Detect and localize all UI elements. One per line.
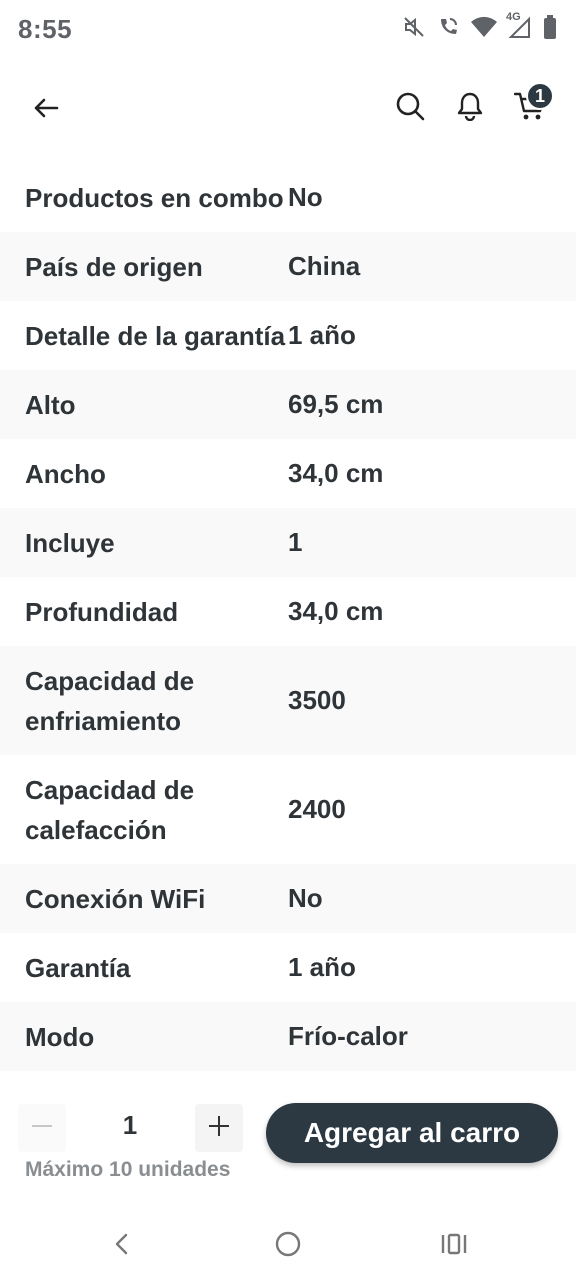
spec-value: 1 año (288, 952, 356, 982)
max-units-note: Máximo 10 unidades (25, 1158, 231, 1181)
back-button[interactable] (26, 90, 66, 130)
spec-label: Capacidad de enfriamiento (25, 665, 195, 736)
spec-label: Modo (25, 1021, 95, 1052)
app-bar (0, 62, 576, 154)
bell-icon (456, 91, 484, 126)
notifications-button[interactable] (450, 88, 490, 128)
spec-row: Detalle de la garantía 1 año (0, 301, 576, 370)
spec-row: Productos en combo No (0, 163, 576, 232)
spec-value: 1 año (288, 320, 356, 350)
status-icons: 4G (402, 11, 558, 40)
spec-row: País de origen China (0, 232, 576, 301)
spec-value: 1 (288, 527, 303, 557)
quantity-increase-button[interactable] (195, 1104, 243, 1152)
search-icon (395, 91, 425, 126)
wifi-icon (470, 15, 498, 39)
nav-back-icon (110, 1232, 134, 1261)
spec-row: Ancho 34,0 cm (0, 439, 576, 508)
spec-value: Frío-calor (288, 1021, 408, 1051)
spec-label: Conexión WiFi (25, 883, 206, 914)
nav-back-button[interactable] (104, 1228, 140, 1264)
add-to-cart-button[interactable]: Agregar al carro (266, 1103, 558, 1163)
status-time: 8:55 (18, 14, 73, 44)
system-nav-bar (0, 1208, 576, 1280)
nav-recents-icon (440, 1232, 468, 1261)
status-bar: 8:55 4G (0, 0, 576, 62)
spec-row: Profundidad 34,0 cm (0, 577, 576, 646)
spec-label: Incluye (25, 527, 115, 558)
mute-icon (402, 15, 426, 39)
spec-value: 3500 (288, 685, 346, 715)
spec-row: Modo Frío-calor (0, 1002, 576, 1071)
spec-value: 34,0 cm (288, 458, 384, 488)
spec-label: Alto (25, 389, 76, 420)
battery-icon (542, 14, 558, 40)
spec-value: No (288, 883, 323, 913)
spec-value: 34,0 cm (288, 596, 384, 626)
signal-icon: 4G (506, 11, 532, 39)
spec-label: Profundidad (25, 596, 179, 627)
spec-label: País de origen (25, 251, 203, 282)
minus-icon (30, 1114, 54, 1143)
back-arrow-icon (32, 94, 60, 127)
network-type: 4G (506, 11, 521, 23)
spec-value: No (288, 182, 323, 212)
nav-recents-button[interactable] (436, 1228, 472, 1264)
spec-row: Alto 69,5 cm (0, 370, 576, 439)
nav-home-icon (274, 1230, 302, 1263)
spec-label: Productos en combo (25, 182, 284, 213)
search-button[interactable] (390, 88, 430, 128)
plus-icon (207, 1114, 231, 1143)
quantity-value: 1 (122, 1110, 138, 1140)
spec-value: 69,5 cm (288, 389, 384, 419)
spec-row: Conexión WiFi No (0, 864, 576, 933)
wifi-call-icon (436, 15, 460, 39)
spec-row: Garantía 1 año (0, 933, 576, 1002)
spec-row: Capacidad de calefacción 2400 (0, 755, 576, 864)
nav-home-button[interactable] (270, 1228, 306, 1264)
spec-label: Capacidad de calefacción (25, 774, 195, 845)
spec-row: Incluye 1 (0, 508, 576, 577)
spec-value: China (288, 251, 361, 281)
spec-label: Detalle de la garantía (25, 320, 286, 351)
spec-label: Ancho (25, 458, 106, 489)
specifications-table: Productos en combo No País de origen Chi… (0, 163, 576, 1071)
quantity-decrease-button[interactable] (18, 1104, 66, 1152)
spec-row: Capacidad de enfriamiento 3500 (0, 646, 576, 755)
cart-count-badge: 1 (526, 82, 554, 110)
spec-label: Garantía (25, 952, 131, 983)
spec-value: 2400 (288, 794, 346, 824)
